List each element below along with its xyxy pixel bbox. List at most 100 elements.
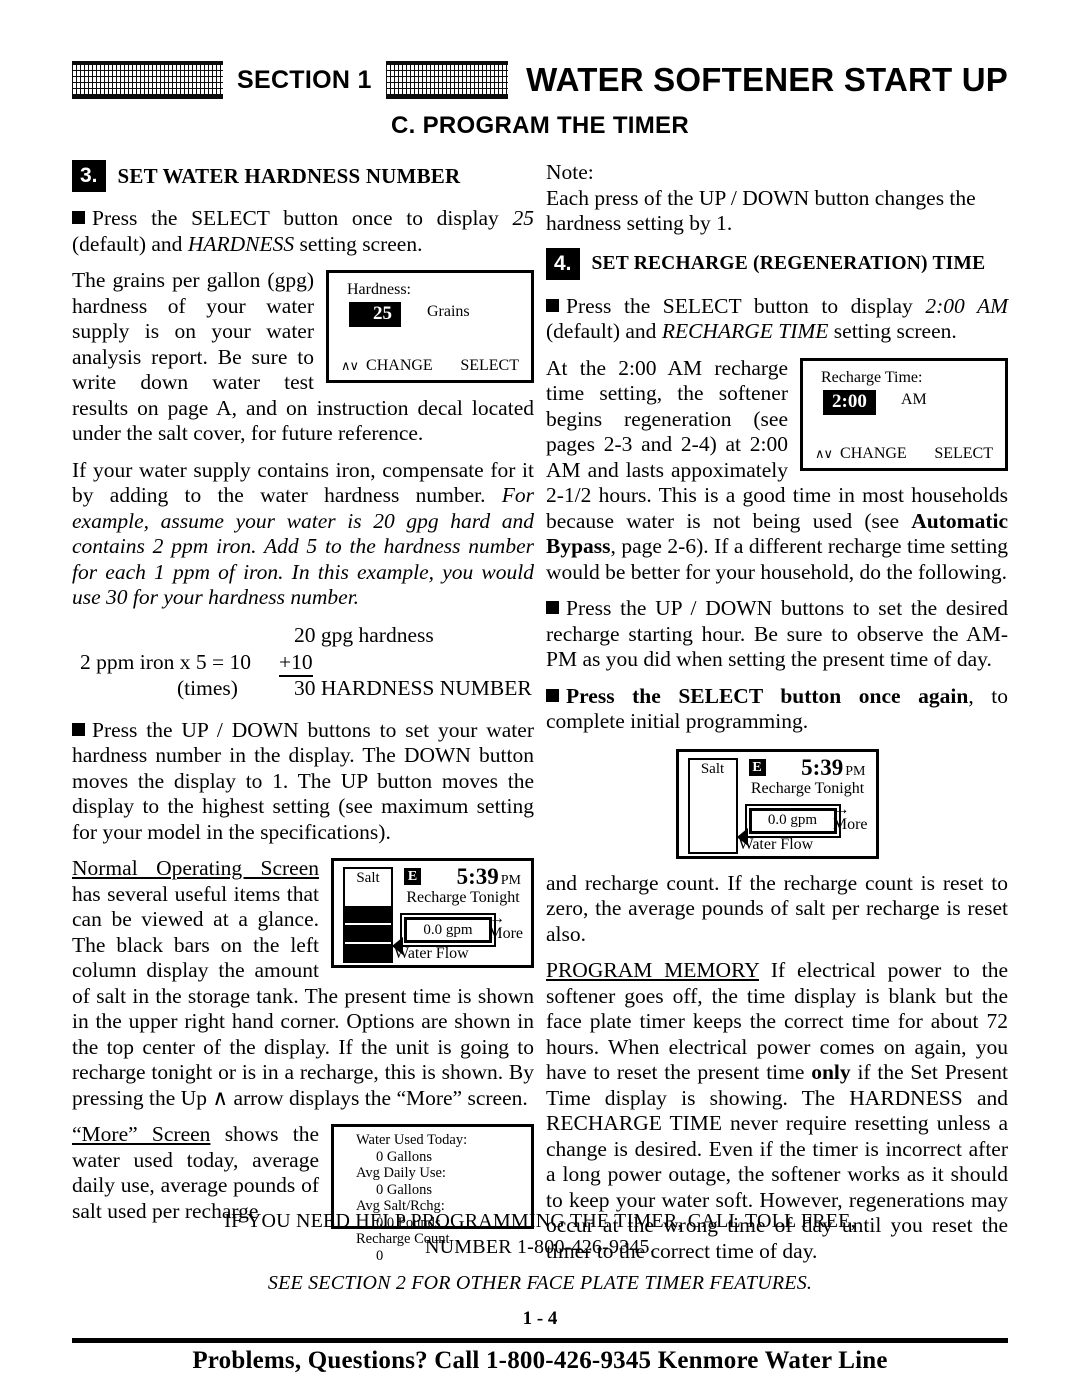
math-gpg-line: 20 gpg hardness xyxy=(294,622,434,647)
step-4-heading: 4. SET RECHARGE (REGENERATION) TIME xyxy=(546,247,1008,280)
normal-operating-screen: Salt E 5:39 PM Recharge Tonight 0.0 gpm →… xyxy=(331,858,534,968)
recharge-screen-value: 2:00 xyxy=(823,389,876,415)
text-em-hardness: HARDNESS xyxy=(187,231,295,256)
up-down-arrows-icon[interactable]: ∧∨ xyxy=(329,358,359,374)
text-iron-roman: If your water supply contains iron, comp… xyxy=(72,457,534,508)
help-call-line2: NUMBER 1-800-426-9345. xyxy=(425,1236,655,1258)
hardness-screen-footer: ∧∨ CHANGE SELECT xyxy=(329,357,531,375)
salt-bar-segment xyxy=(345,925,391,942)
normal-operating-screen-2: Salt E 5:39 PM Recharge Tonight 0.0 gpm →… xyxy=(675,748,879,859)
salt-label: Salt xyxy=(700,760,725,777)
paragraph-iron: If your water supply contains iron, comp… xyxy=(72,458,534,611)
avg-daily-use-value: 0 Gallons xyxy=(376,1181,432,1198)
text-mid: (default) and xyxy=(546,319,662,343)
step-3-number: 3. xyxy=(72,160,106,192)
hatch-block-left xyxy=(72,61,223,99)
only-bold: only xyxy=(811,1060,851,1084)
salt-level-bar: Salt xyxy=(343,867,393,963)
program-memory-term: PROGRAM MEMORY xyxy=(546,958,759,982)
clock-time: 5:39 PM xyxy=(457,864,521,890)
hardness-math-block: 20 gpg hardness 2 ppm iron x 5 = 10 +10 … xyxy=(72,622,534,704)
math-times-line: (times) xyxy=(177,675,238,700)
water-used-today-label: Water Used Today: xyxy=(356,1132,468,1148)
lcd-center-wrap: Salt E 5:39 PM Recharge Tonight 0.0 gpm →… xyxy=(546,748,1008,859)
recharge-screen-unit: AM xyxy=(901,390,927,408)
text-updown-recharge: Press the UP / DOWN buttons to set the d… xyxy=(546,596,1008,671)
recharge-status-text: Recharge Tonight xyxy=(750,779,865,797)
paragraph-updown-hardness: Press the UP / DOWN buttons to set your … xyxy=(72,718,534,846)
right-arrow-icon: → xyxy=(833,800,850,818)
right-column: Note: Each press of the UP / DOWN button… xyxy=(546,160,1008,1264)
change-button-label[interactable]: CHANGE xyxy=(832,445,907,463)
time-value: 5:39 xyxy=(456,864,499,889)
text-mid: (default) and xyxy=(72,231,188,256)
math-result-line: 30 HARDNESS NUMBER xyxy=(294,675,532,700)
step-4-title: SET RECHARGE (REGENERATION) TIME xyxy=(591,252,986,274)
status-badge: E xyxy=(404,868,421,885)
hardness-screen-label: Hardness: xyxy=(347,281,411,298)
step-4-number: 4. xyxy=(546,247,580,280)
time-ampm: PM xyxy=(845,763,866,779)
text-post: setting screen. xyxy=(828,319,957,343)
step-3-heading: 3. SET WATER HARDNESS NUMBER xyxy=(72,160,534,192)
more-label[interactable]: More xyxy=(833,816,868,834)
text-at200-post: , page 2-6). If a different recharge tim… xyxy=(546,534,1008,584)
right-arrow-icon: → xyxy=(489,910,505,927)
section-label: SECTION 1 xyxy=(237,65,372,94)
salt-bar-segment xyxy=(345,906,391,923)
help-call-block: IF YOU NEED HELP PROGRAMMING THE TIMER, … xyxy=(0,1208,1080,1260)
recharge-status-text: Recharge Tonight xyxy=(406,889,520,906)
recharge-screen-label: Recharge Time: xyxy=(821,368,923,386)
page-number: 1 - 4 xyxy=(522,1308,558,1329)
text-pre: Press the SELECT button to display xyxy=(566,293,926,318)
text-updown: Press the UP / DOWN buttons to set your … xyxy=(72,717,534,844)
see-section-note: SEE SECTION 2 FOR OTHER FACE PLATE TIMER… xyxy=(267,1272,813,1294)
hardness-screen-unit: Grains xyxy=(427,303,470,320)
recharge-screen-footer: ∧∨ CHANGE SELECT xyxy=(803,445,1005,463)
bullet-square-icon xyxy=(546,601,559,614)
water-used-today-value: 0 Gallons xyxy=(376,1148,432,1165)
math-iron-line: 2 ppm iron x 5 = 10 xyxy=(80,649,251,674)
help-call-line1: IF YOU NEED HELP PROGRAMMING THE TIMER, … xyxy=(224,1210,856,1232)
status-badge: E xyxy=(748,758,766,776)
footer-divider xyxy=(72,1338,1008,1343)
clock-time: 5:39 PM xyxy=(801,755,865,781)
bullet-square-icon xyxy=(72,211,85,224)
salt-level-bar: Salt xyxy=(687,757,738,854)
text-em-recharge-time: RECHARGE TIME xyxy=(661,319,829,343)
time-value: 5:39 xyxy=(801,754,844,780)
salt-bar-segment xyxy=(345,944,391,961)
flow-rate-value: 0.0 gpm xyxy=(748,807,837,834)
page-header: SECTION 1 WATER SOFTENER START UP xyxy=(72,56,1008,104)
select-button-label[interactable]: SELECT xyxy=(934,445,1005,463)
recharge-time-setting-screen: Recharge Time: 2:00 AM ∧∨ CHANGE SELECT xyxy=(800,357,1008,471)
hardness-setting-screen: Hardness: 25 Grains ∧∨ CHANGE SELECT xyxy=(326,270,534,383)
paragraph-select-again: Press the SELECT button once again, to c… xyxy=(546,684,1008,735)
water-flow-label: Water Flow xyxy=(394,945,469,962)
page-title: WATER SOFTENER START UP xyxy=(526,61,1008,98)
bullet-square-icon xyxy=(546,298,559,312)
hardness-screen-value: 25 xyxy=(349,302,401,327)
paragraph-press-select-hardness: Press the SELECT button once to display … xyxy=(72,206,534,257)
up-down-arrows-icon[interactable]: ∧∨ xyxy=(803,446,833,462)
bullet-square-icon xyxy=(546,688,559,702)
text-em-25: 25 xyxy=(512,206,535,230)
paragraph-recharge-count: and recharge count. If the recharge coun… xyxy=(546,870,1008,946)
math-plus-line: +10 xyxy=(279,649,313,677)
footer-contact-bar: Problems, Questions? Call 1-800-426-9345… xyxy=(192,1347,888,1374)
salt-label: Salt xyxy=(356,870,380,886)
text-post: setting screen. xyxy=(294,231,423,256)
more-label[interactable]: More xyxy=(488,925,523,943)
paragraph-press-select-recharge: Press the SELECT button to display 2:00 … xyxy=(546,294,1008,345)
paragraph-note: Note: Each press of the UP / DOWN button… xyxy=(546,160,976,235)
normal-operating-screen-term: Normal Operating Screen xyxy=(72,856,319,880)
water-flow-label: Water Flow xyxy=(738,835,814,853)
select-button-label[interactable]: SELECT xyxy=(460,357,531,375)
text-em-200am: 2:00 AM xyxy=(925,293,1008,318)
page-subtitle: C. PROGRAM THE TIMER xyxy=(391,112,689,139)
paragraph-updown-recharge: Press the UP / DOWN buttons to set the d… xyxy=(546,596,1008,673)
more-screen-term: “More” Screen xyxy=(72,1122,211,1146)
bullet-square-icon xyxy=(72,722,85,736)
change-button-label[interactable]: CHANGE xyxy=(358,357,433,375)
hatch-block-right xyxy=(385,61,509,99)
